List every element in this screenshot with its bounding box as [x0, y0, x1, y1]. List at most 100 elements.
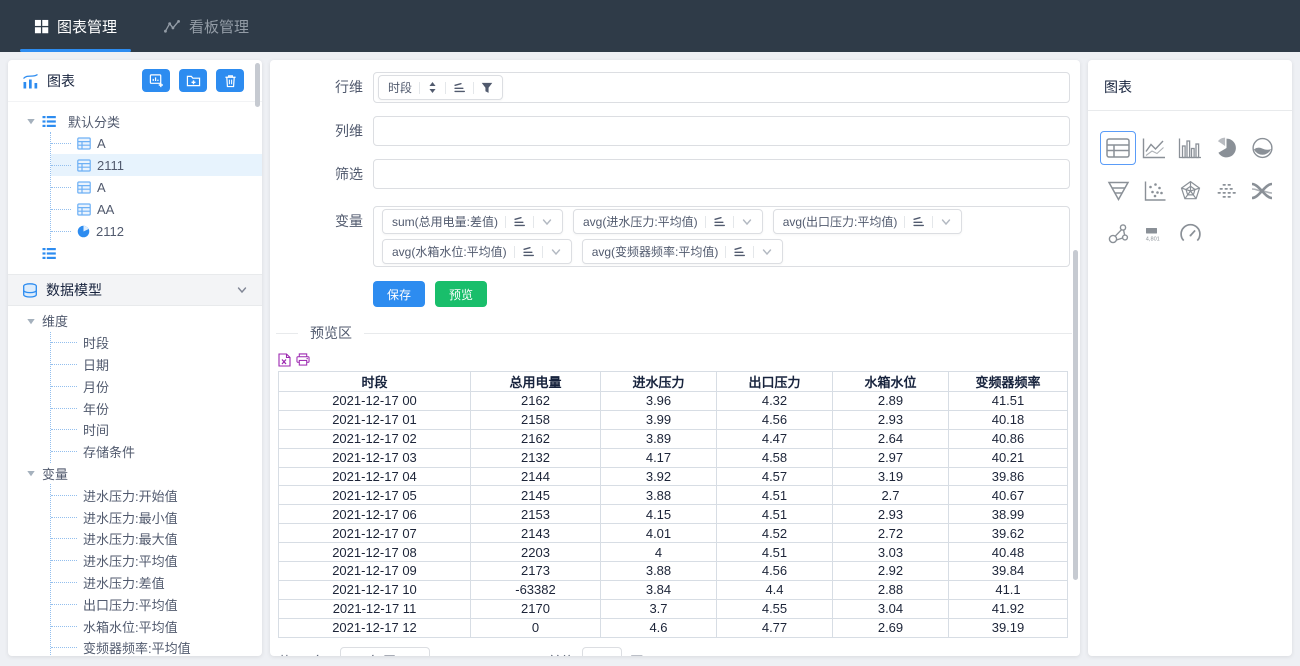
- model-tree-item[interactable]: 变频器频率:平均值: [51, 637, 262, 656]
- tree-group-dimensions[interactable]: 维度: [26, 310, 262, 332]
- model-tree-item[interactable]: 年份: [51, 397, 262, 419]
- table-chart-icon[interactable]: [1100, 131, 1136, 165]
- new-folder-button[interactable]: [179, 69, 207, 92]
- funnel-chart-icon[interactable]: [1100, 174, 1136, 208]
- field-chip[interactable]: avg(进水压力:平均值): [573, 209, 763, 234]
- model-tree-item[interactable]: 进水压力:最大值: [51, 528, 262, 550]
- tree-group-variables[interactable]: 变量: [26, 463, 262, 485]
- chart-tree-item[interactable]: A: [51, 176, 262, 198]
- model-tree-item[interactable]: 日期: [51, 354, 262, 376]
- table-cell: 38.99: [949, 505, 1068, 524]
- field-chip[interactable]: 时段: [378, 75, 503, 100]
- new-chart-button[interactable]: [142, 69, 170, 92]
- table-cell: 3.88: [601, 562, 717, 581]
- field-chip[interactable]: avg(水箱水位:平均值): [382, 239, 572, 264]
- radar-chart-icon[interactable]: [1172, 174, 1208, 208]
- field-chip[interactable]: avg(变频器频率:平均值): [582, 239, 784, 264]
- agg-icon[interactable]: [912, 216, 925, 228]
- delete-button[interactable]: [216, 69, 244, 92]
- table-cell: 4.52: [717, 524, 833, 543]
- chevron-down-icon[interactable]: [761, 246, 773, 258]
- table-cell: 2173: [471, 562, 601, 581]
- table-cell: 4: [601, 543, 717, 562]
- tree-connector: [51, 517, 77, 518]
- model-tree-item[interactable]: 进水压力:最小值: [51, 506, 262, 528]
- chevron-down-icon[interactable]: [741, 216, 753, 228]
- page-size-select[interactable]: 30条/页: [340, 647, 430, 656]
- tree-connector: [51, 209, 71, 210]
- sort-icon[interactable]: [427, 81, 438, 94]
- tree-connector: [51, 626, 77, 627]
- tab-dashboard-management[interactable]: 看板管理: [147, 0, 265, 52]
- row-dimension-input[interactable]: 时段: [373, 72, 1070, 103]
- chevron-down-icon: [403, 654, 415, 656]
- model-tree-item[interactable]: 水箱水位:平均值: [51, 615, 262, 637]
- agg-icon[interactable]: [453, 82, 466, 94]
- chart-tree-item[interactable]: 2112: [51, 220, 262, 242]
- pie-chart-icon[interactable]: [1208, 131, 1244, 165]
- tree-group-label: 变量: [42, 464, 68, 483]
- agg-icon[interactable]: [513, 216, 526, 228]
- agg-icon[interactable]: [713, 216, 726, 228]
- number-card-icon[interactable]: 4,801: [1136, 217, 1172, 251]
- model-tree-item[interactable]: 时间: [51, 419, 262, 441]
- line-chart-icon[interactable]: [1136, 131, 1172, 165]
- agg-icon[interactable]: [522, 246, 535, 258]
- bar-chart-icon[interactable]: [1172, 131, 1208, 165]
- goto-page-input[interactable]: 1: [582, 647, 622, 656]
- model-tree-item[interactable]: 月份: [51, 375, 262, 397]
- chart-list-panel: 图表 默认分类 A 2111 A AA 2112: [8, 60, 262, 656]
- table-cell: 2.93: [833, 505, 949, 524]
- table-cell: 41.1: [949, 580, 1068, 599]
- left-scrollbar-thumb[interactable]: [255, 63, 260, 107]
- tree-connector: [51, 408, 77, 409]
- filter-input[interactable]: [373, 159, 1070, 189]
- relation-chart-icon[interactable]: [1100, 217, 1136, 251]
- column-header: 变频器频率: [949, 372, 1068, 392]
- field-chip[interactable]: sum(总用电量:差值): [382, 209, 563, 234]
- export-toolbar: [270, 353, 1080, 370]
- model-tree-item[interactable]: 出口压力:平均值: [51, 593, 262, 615]
- gauge-chart-icon[interactable]: [1172, 217, 1208, 251]
- excel-export-icon[interactable]: [278, 353, 291, 367]
- next-page-button[interactable]: ›: [497, 652, 527, 656]
- print-icon[interactable]: [296, 353, 310, 367]
- chevron-down-icon: [236, 284, 248, 296]
- filter-icon[interactable]: [481, 82, 493, 94]
- mid-scrollbar-thumb[interactable]: [1073, 250, 1078, 580]
- table-cell: 4.17: [601, 448, 717, 467]
- chevron-down-icon[interactable]: [550, 246, 562, 258]
- field-chip[interactable]: avg(出口压力:平均值): [773, 209, 963, 234]
- prev-page-button[interactable]: ‹: [444, 652, 474, 656]
- data-model-section[interactable]: 数据模型: [8, 274, 262, 306]
- model-tree-item[interactable]: 存储条件: [51, 441, 262, 463]
- current-page-number[interactable]: 1: [473, 653, 496, 656]
- tree-connector: [51, 604, 77, 605]
- tab-chart-management[interactable]: 图表管理: [18, 0, 133, 52]
- measure-input[interactable]: sum(总用电量:差值) avg(进水压力:平均值) avg(出口压力:平均值)…: [373, 206, 1070, 267]
- tree-group-default-category[interactable]: 默认分类: [26, 110, 262, 132]
- chevron-down-icon[interactable]: [940, 216, 952, 228]
- chart-tree-item[interactable]: A: [51, 132, 262, 154]
- model-tree-item[interactable]: 进水压力:差值: [51, 572, 262, 594]
- model-tree-item[interactable]: 时段: [51, 332, 262, 354]
- scatter-chart-icon[interactable]: [1136, 174, 1172, 208]
- table-cell: 3.7: [601, 599, 717, 618]
- sankey-chart-icon[interactable]: [1244, 174, 1280, 208]
- col-dimension-input[interactable]: [373, 116, 1070, 146]
- chevron-down-icon[interactable]: [541, 216, 553, 228]
- row-dimension-row: 行维 时段: [325, 72, 1070, 103]
- table-row: 2021-12-17 0521453.884.512.740.67: [279, 486, 1068, 505]
- model-tree-item[interactable]: 进水压力:平均值: [51, 550, 262, 572]
- tree-connector: [51, 429, 77, 430]
- tree-category-stub[interactable]: [42, 242, 262, 264]
- liquid-chart-icon[interactable]: [1244, 131, 1280, 165]
- chip-separator: [932, 216, 933, 228]
- chart-tree-item[interactable]: AA: [51, 198, 262, 220]
- pictorial-chart-icon[interactable]: [1208, 174, 1244, 208]
- preview-button[interactable]: 预览: [435, 281, 487, 307]
- model-tree-item[interactable]: 进水压力:开始值: [51, 484, 262, 506]
- chart-tree-item[interactable]: 2111: [51, 154, 262, 176]
- agg-icon[interactable]: [733, 246, 746, 258]
- save-button[interactable]: 保存: [373, 281, 425, 307]
